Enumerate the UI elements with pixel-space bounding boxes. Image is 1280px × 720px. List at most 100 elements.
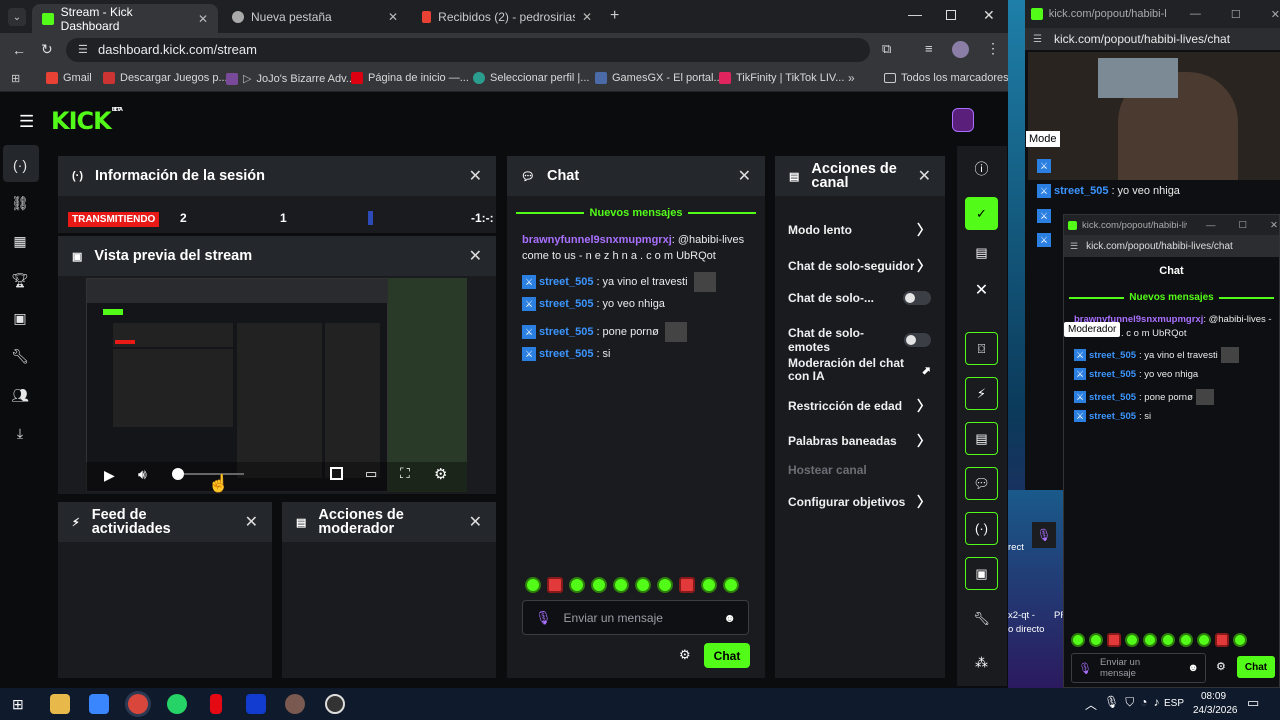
fullscreen-icon[interactable]: ⛶: [400, 465, 410, 482]
close-icon[interactable]: ✕: [388, 10, 398, 24]
back-icon[interactable]: ←: [12, 42, 26, 58]
emote-icon[interactable]: [635, 577, 651, 593]
theater-icon[interactable]: ▭: [365, 466, 377, 482]
disney-icon[interactable]: [246, 694, 266, 714]
bookmark-tikfinity[interactable]: TikFinity | TikTok LIV...: [719, 72, 844, 84]
document-icon[interactable]: ▤: [965, 422, 998, 455]
whatsapp-icon[interactable]: [167, 694, 187, 714]
chat-message[interactable]: ⚔ street_505: si: [1074, 410, 1151, 422]
minimize-icon[interactable]: —: [1206, 220, 1216, 231]
minimize-icon[interactable]: —: [908, 6, 922, 22]
channel-avatar[interactable]: [952, 108, 974, 132]
browser-menu-icon[interactable]: ⋮: [986, 40, 1000, 57]
emoji-icon[interactable]: ☻: [1187, 662, 1199, 674]
emote-icon[interactable]: [591, 577, 607, 593]
stream-video[interactable]: ▶ 🔊︎ ▭ ⛶ ⚙: [86, 278, 467, 492]
emote-icon[interactable]: [1215, 633, 1229, 647]
notifications-icon[interactable]: ▭: [1247, 695, 1259, 711]
chat-username[interactable]: street_505: [1089, 369, 1136, 380]
emote-icon[interactable]: [547, 577, 563, 593]
chat-message[interactable]: ⚔ street_505: ya vino el travesti: [522, 272, 716, 292]
chat-message[interactable]: ⚔ street_505: si: [522, 347, 611, 361]
menu-item-emotes-only[interactable]: Chat de solo-emotes: [788, 326, 931, 354]
chat-username[interactable]: street_505: [1089, 350, 1136, 361]
close-icon[interactable]: ✕: [245, 512, 258, 532]
menu-item-ai-moderation[interactable]: Moderación del chat con IA ⬈: [788, 357, 931, 383]
chat-username[interactable]: street_505: [539, 298, 593, 310]
bookmark-inicio[interactable]: Página de inicio —...: [351, 72, 469, 84]
bookmark-perfil[interactable]: Seleccionar perfil |...: [473, 72, 589, 84]
emote-icon[interactable]: [525, 577, 541, 593]
preview-icon[interactable]: ▣: [965, 557, 998, 590]
emote-icon[interactable]: [1125, 633, 1139, 647]
media-control-icon[interactable]: ≡: [925, 41, 933, 56]
sidebar-stream-icon[interactable]: (·): [10, 155, 30, 175]
layout-icon[interactable]: ▤: [965, 236, 998, 269]
chat-settings-icon[interactable]: ⚙: [1216, 660, 1226, 673]
netflix-icon[interactable]: [210, 694, 222, 714]
emote-icon[interactable]: [701, 577, 717, 593]
chat-settings-icon[interactable]: ⚙: [679, 647, 691, 663]
settings-gear-icon[interactable]: ⚙: [434, 465, 447, 483]
tray-icons[interactable]: 🎙︎⛉◔♪: [1104, 695, 1165, 710]
broadcast-icon[interactable]: (·): [965, 512, 998, 545]
sidebar-tools-icon[interactable]: 🔧︎: [10, 346, 30, 366]
microphone-icon[interactable]: 🎙︎: [1078, 662, 1092, 675]
all-bookmarks[interactable]: Todos los marcadores: [884, 72, 1009, 84]
close-icon[interactable]: ✕: [469, 512, 482, 532]
volume-slider-knob[interactable]: [172, 468, 184, 480]
play-icon[interactable]: ▶: [104, 467, 115, 484]
chat-bubble-icon[interactable]: 💬︎: [965, 467, 998, 500]
chat-input-box[interactable]: 🎙︎ Enviar un mensaje ☻: [522, 600, 749, 635]
emote-icon[interactable]: [1233, 633, 1247, 647]
emote-icon[interactable]: [1197, 633, 1211, 647]
apps-grid-icon[interactable]: ⊞: [11, 72, 20, 85]
bookmark-gamesgx[interactable]: GamesGX - El portal...: [595, 72, 723, 84]
obs-icon[interactable]: [325, 694, 345, 714]
chat-username[interactable]: street_505: [1089, 392, 1136, 403]
chat-message[interactable]: ⚔ street_505: ya vino el travesti: [1074, 347, 1239, 363]
microphone-icon[interactable]: 🎙︎: [535, 610, 552, 626]
volume-icon[interactable]: 🔊︎: [138, 466, 147, 483]
close-window-icon[interactable]: ✕: [1270, 220, 1278, 231]
more-bookmarks-icon[interactable]: »: [848, 71, 855, 85]
close-icon[interactable]: ✕: [198, 12, 208, 26]
chat-username[interactable]: street_505: [1089, 411, 1136, 422]
apps-icon[interactable]: ⁂: [965, 646, 998, 679]
check-icon[interactable]: ✓: [965, 197, 998, 230]
chat-username[interactable]: street_505: [539, 276, 593, 288]
store-icon[interactable]: [89, 694, 109, 714]
emote-icon[interactable]: [723, 577, 739, 593]
menu-item-subs-only[interactable]: Chat de solo-...: [788, 291, 931, 305]
emote-icon[interactable]: [613, 577, 629, 593]
close-icon[interactable]: ✕: [965, 273, 998, 306]
emote-icon[interactable]: [1107, 633, 1121, 647]
sidebar-download-icon[interactable]: ⤓: [10, 423, 30, 443]
site-info-icon[interactable]: ☰: [1070, 241, 1078, 252]
chat-message[interactable]: ⚔ street_505: yo veo nhiga: [1074, 368, 1198, 380]
menu-item-slow-mode[interactable]: Modo lento 〉: [788, 220, 931, 240]
chat-username[interactable]: street_505: [539, 348, 593, 360]
close-icon[interactable]: ✕: [582, 10, 592, 24]
close-icon[interactable]: ✕: [918, 166, 931, 186]
info-icon[interactable]: ⓘ: [965, 152, 998, 185]
site-info-icon[interactable]: ☰: [78, 38, 88, 62]
site-info-icon[interactable]: ☰: [1033, 34, 1042, 45]
close-window-icon[interactable]: ✕: [983, 7, 995, 24]
menu-item-age-restriction[interactable]: Restricción de edad 〉: [788, 396, 931, 416]
subs-only-toggle[interactable]: [903, 291, 931, 305]
windows-start-icon[interactable]: ⊞: [12, 696, 24, 713]
close-icon[interactable]: ✕: [469, 246, 482, 266]
app-avatar-icon[interactable]: [285, 694, 305, 714]
sidebar-link-icon[interactable]: ⛓: [10, 193, 30, 213]
close-icon[interactable]: ✕: [738, 166, 751, 186]
emote-icon[interactable]: [1089, 633, 1103, 647]
chat-username[interactable]: street_505: [539, 326, 593, 338]
tab-search-icon[interactable]: ⌄: [8, 8, 26, 26]
clock-time[interactable]: 08:09: [1201, 691, 1226, 702]
menu-item-banned-words[interactable]: Palabras baneadas 〉: [788, 431, 931, 451]
maximize-icon[interactable]: [946, 10, 956, 20]
sidebar-trophy-icon[interactable]: 🏆︎: [10, 270, 30, 290]
emotes-only-toggle[interactable]: [903, 333, 931, 347]
new-tab-button[interactable]: +: [610, 7, 619, 25]
